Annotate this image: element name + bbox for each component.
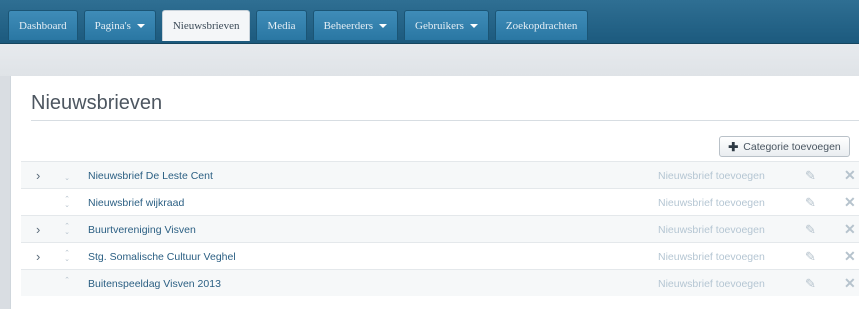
close-icon[interactable]: ✕	[844, 162, 856, 189]
add-newsletter-link[interactable]: Nieuwsbrief toevoegen	[658, 162, 765, 189]
sort-down-icon[interactable]: ⌄	[63, 162, 71, 189]
pencil-icon[interactable]: ✎	[805, 189, 816, 216]
add-category-button[interactable]: ✚ Categorie toevoegen	[719, 136, 850, 157]
category-name-link[interactable]: Nieuwsbrief De Leste Cent	[88, 162, 213, 189]
add-newsletter-link[interactable]: Nieuwsbrief toevoegen	[658, 270, 765, 297]
close-icon[interactable]: ✕	[844, 216, 856, 243]
divider	[31, 120, 859, 121]
content-panel: Nieuwsbrieven ✚ Categorie toevoegen › ⌄ …	[10, 76, 859, 309]
tab-paginas[interactable]: Pagina's	[83, 10, 156, 40]
list-item: ⌃ ⌄ Nieuwsbrief wijkraad Nieuwsbrief toev…	[21, 188, 859, 215]
tab-label: Beheerders	[323, 19, 374, 32]
pencil-icon[interactable]: ✎	[805, 216, 816, 243]
list-item: ⌃ Buitenspeeldag Visven 2013 Nieuwsbrief…	[21, 269, 859, 296]
add-newsletter-link[interactable]: Nieuwsbrief toevoegen	[658, 216, 765, 243]
tab-label: Nieuwsbrieven	[172, 20, 240, 32]
tab-label: Zoekopdrachten	[505, 19, 578, 32]
caret-down-icon	[136, 23, 145, 28]
category-name-link[interactable]: Nieuwsbrief wijkraad	[88, 189, 184, 216]
tab-label: Gebruikers	[415, 19, 464, 32]
tab-label: Pagina's	[94, 19, 131, 32]
pencil-icon[interactable]: ✎	[805, 162, 816, 189]
chevron-right-icon[interactable]: ›	[36, 243, 40, 270]
category-list: › ⌄ Nieuwsbrief De Leste Cent Nieuwsbrie…	[21, 161, 859, 296]
close-icon[interactable]: ✕	[844, 189, 856, 216]
tab-gebruikers[interactable]: Gebruikers	[404, 10, 489, 40]
add-category-label: Categorie toevoegen	[743, 140, 841, 153]
category-name-link[interactable]: Buurtvereniging Visven	[88, 216, 196, 243]
list-item: › ⌃ ⌄ Buurtvereniging Visven Nieuwsbrief …	[21, 215, 859, 242]
page-title: Nieuwsbrieven	[31, 92, 163, 114]
top-navbar: Dashboard Pagina's Nieuwsbrieven Media B…	[0, 0, 859, 44]
chevron-right-icon[interactable]: ›	[36, 216, 40, 243]
tab-nieuwsbrieven[interactable]: Nieuwsbrieven	[161, 10, 251, 41]
tab-dashboard[interactable]: Dashboard	[8, 10, 78, 40]
list-item: › ⌄ Nieuwsbrief De Leste Cent Nieuwsbrie…	[21, 161, 859, 188]
chevron-right-icon[interactable]: ›	[36, 162, 40, 189]
plus-icon: ✚	[728, 139, 739, 154]
caret-down-icon	[379, 23, 388, 28]
sort-updown-icon[interactable]: ⌃ ⌄	[63, 216, 71, 243]
tab-beheerders[interactable]: Beheerders	[312, 10, 399, 40]
sort-updown-icon[interactable]: ⌃ ⌄	[63, 189, 71, 216]
category-name-link[interactable]: Buitenspeeldag Visven 2013	[88, 270, 221, 297]
tab-zoekopdrachten[interactable]: Zoekopdrachten	[494, 10, 589, 40]
sub-toolbar	[0, 44, 859, 76]
sort-up-icon[interactable]: ⌃	[63, 270, 71, 297]
close-icon[interactable]: ✕	[844, 243, 856, 270]
close-icon[interactable]: ✕	[844, 270, 856, 297]
caret-down-icon	[469, 23, 478, 28]
pencil-icon[interactable]: ✎	[805, 270, 816, 297]
list-item: › ⌃ ⌄ Stg. Somalische Cultuur Veghel Nieu…	[21, 242, 859, 269]
pencil-icon[interactable]: ✎	[805, 243, 816, 270]
add-newsletter-link[interactable]: Nieuwsbrief toevoegen	[658, 189, 765, 216]
add-newsletter-link[interactable]: Nieuwsbrief toevoegen	[658, 243, 765, 270]
tab-media[interactable]: Media	[256, 10, 307, 40]
category-name-link[interactable]: Stg. Somalische Cultuur Veghel	[88, 243, 236, 270]
nav-tabs: Dashboard Pagina's Nieuwsbrieven Media B…	[8, 10, 594, 41]
tab-label: Media	[267, 19, 296, 32]
sort-updown-icon[interactable]: ⌃ ⌄	[63, 243, 71, 270]
tab-label: Dashboard	[19, 19, 67, 32]
